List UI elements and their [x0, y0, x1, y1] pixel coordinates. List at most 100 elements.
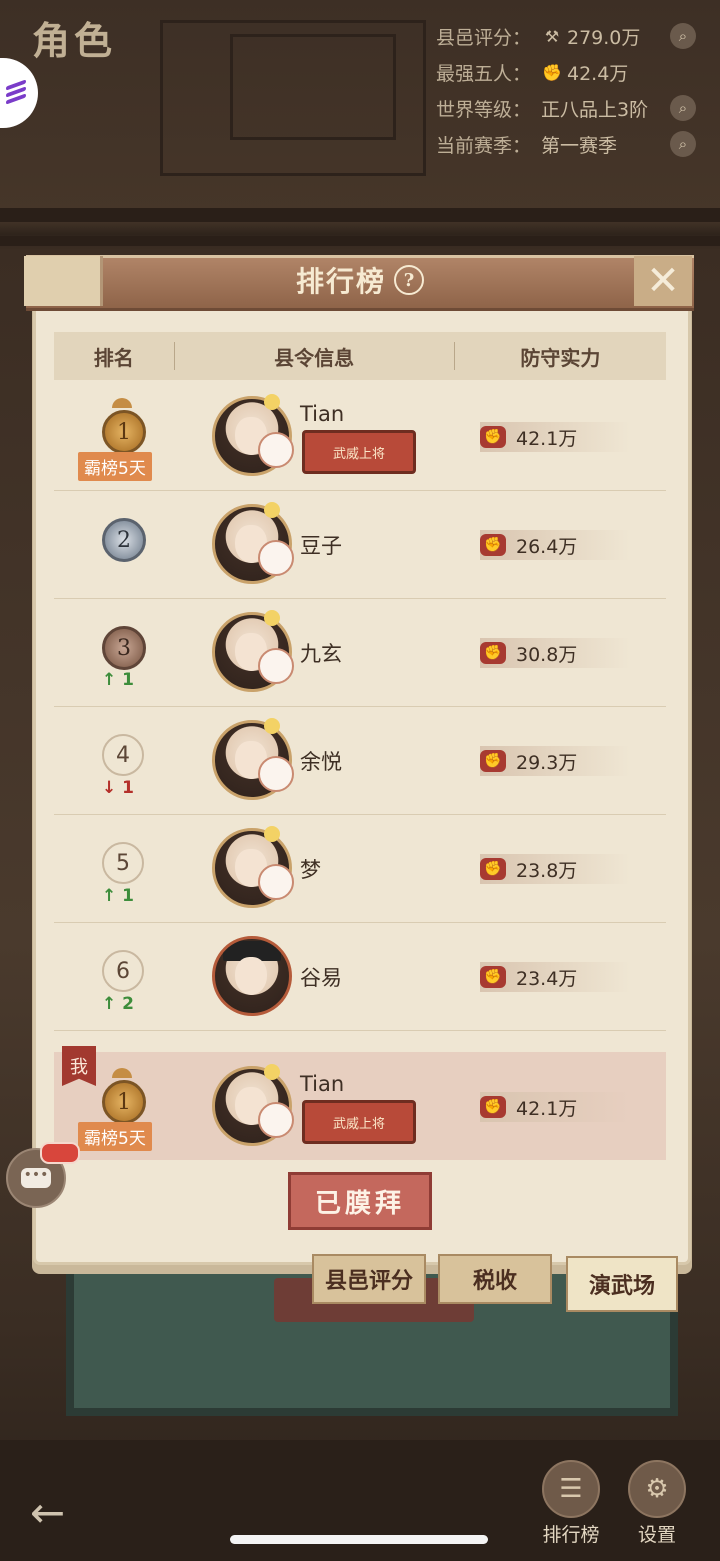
search-icon[interactable]: ⌕: [670, 131, 696, 157]
fist-icon: ✊: [480, 858, 506, 880]
fist-icon: ✊: [480, 966, 506, 988]
rank-medal: 6: [102, 950, 144, 992]
flower-icon: [264, 610, 280, 626]
pet-icon: [258, 648, 294, 684]
stat-season: 当前赛季： 第一赛季 ⌕: [436, 126, 696, 162]
stat-label: 县邑评分：: [436, 26, 532, 49]
window-frame: [230, 34, 396, 140]
rank-trend: ↑ 1: [102, 670, 134, 690]
rank-medal: 5: [102, 842, 144, 884]
beam: [0, 208, 720, 222]
table-row[interactable]: 4 ↓ 1 余悦 ✊ 29.3万: [54, 706, 666, 815]
streak-badge: 霸榜5天: [78, 452, 152, 481]
fist-icon: ✊: [480, 750, 506, 772]
back-button[interactable]: ←: [30, 1488, 65, 1537]
rank-medal: 4: [102, 734, 144, 776]
table-header: 排名 县令信息 防守实力: [54, 332, 666, 380]
stat-value: 第一赛季: [541, 134, 618, 157]
nav-label: 排行榜: [542, 1524, 600, 1546]
defense-power: ✊ 26.4万: [480, 530, 630, 560]
pet-icon: [258, 756, 294, 792]
flower-icon: [264, 502, 280, 518]
defense-power: ✊ 42.1万: [480, 422, 630, 452]
table-row[interactable]: 3 ↑ 1 九玄 ✊ 30.8万: [54, 598, 666, 707]
streak-badge: 霸榜5天: [78, 1122, 152, 1151]
pet-icon: [258, 1102, 294, 1138]
crown-icon: [112, 398, 132, 408]
defense-power: ✊ 29.3万: [480, 746, 630, 776]
gear-icon: ⚙: [628, 1460, 686, 1518]
player-name: Tian: [300, 402, 345, 426]
rank-medal: 1: [102, 1080, 146, 1124]
rank-trend: ↑ 1: [102, 886, 134, 906]
nav-settings[interactable]: ⚙ 设置: [622, 1460, 692, 1547]
table-row[interactable]: 5 ↑ 1 梦 ✊ 23.8万: [54, 814, 666, 923]
rank-medal: 2: [102, 518, 146, 562]
table-row[interactable]: 2 豆子 ✊ 26.4万: [54, 490, 666, 599]
defense-power: ✊ 42.1万: [480, 1092, 630, 1122]
crown-icon: [112, 1068, 132, 1078]
stat-label: 当前赛季：: [436, 134, 532, 157]
header-ornament: [24, 256, 103, 306]
power-value: 23.4万: [516, 967, 578, 990]
fist-icon: ✊: [542, 62, 562, 82]
player-name: Tian: [300, 1072, 345, 1096]
flower-icon: [264, 1064, 280, 1080]
page-title: 角色: [32, 18, 117, 63]
defense-power: ✊ 23.4万: [480, 962, 630, 992]
fist-icon: ✊: [480, 534, 506, 556]
hammer-icon: ⚒: [544, 26, 560, 46]
rank-medal: 1: [102, 410, 146, 454]
tab-tax[interactable]: 税收: [438, 1254, 552, 1304]
chat-bubble-icon: •••: [21, 1168, 51, 1188]
stat-value: 42.4万: [567, 62, 629, 85]
my-rank-row[interactable]: 1 霸榜5天 Tian 武威上将 ✊ 42.1万: [54, 1052, 666, 1160]
col-info: 县令信息: [274, 345, 355, 370]
panel-title: 排行榜 ?: [250, 254, 470, 306]
power-value: 42.1万: [516, 1097, 578, 1120]
fist-icon: ✊: [480, 426, 506, 448]
stats-panel: 县邑评分： ⚒ 279.0万 ⌕ 最强五人： ✊ 42.4万 世界等级： 正八品…: [436, 18, 696, 162]
pet-icon: [258, 864, 294, 900]
avatar[interactable]: [212, 936, 292, 1016]
title-badge: 武威上将: [302, 1100, 416, 1144]
flower-icon: [264, 826, 280, 842]
power-value: 29.3万: [516, 751, 578, 774]
tab-arena[interactable]: 演武场: [566, 1256, 678, 1312]
nav-label: 设置: [637, 1524, 676, 1546]
stat-value: 279.0万: [567, 26, 641, 49]
rank-medal: 3: [102, 626, 146, 670]
stat-county-score: 县邑评分： ⚒ 279.0万 ⌕: [436, 18, 696, 54]
help-icon[interactable]: ?: [394, 265, 424, 295]
worship-button[interactable]: 已膜拜: [288, 1172, 432, 1230]
tab-county-score[interactable]: 县邑评分: [312, 1254, 426, 1304]
rank-trend: ↑ 2: [102, 994, 134, 1014]
stat-label: 世界等级：: [436, 98, 532, 121]
table-row[interactable]: 6 ↑ 2 谷易 ✊ 23.4万: [54, 922, 666, 1031]
stat-world-level: 世界等级： 正八品上3阶 ⌕: [436, 90, 696, 126]
rank-trend: ↓ 1: [102, 778, 134, 798]
pet-icon: [258, 432, 294, 468]
search-icon[interactable]: ⌕: [670, 23, 696, 49]
beam: [0, 236, 720, 246]
close-button[interactable]: ✕: [634, 256, 692, 306]
pet-icon: [258, 540, 294, 576]
notification-dot: [40, 1142, 80, 1164]
stat-label: 最强五人：: [436, 62, 532, 85]
title-badge: 武威上将: [302, 430, 416, 474]
col-power: 防守实力: [520, 345, 601, 370]
player-name: 谷易: [300, 966, 342, 990]
table-row[interactable]: 1 霸榜5天 Tian 武威上将 ✊ 42.1万: [54, 382, 666, 491]
fist-icon: ✊: [480, 1096, 506, 1118]
player-name: 梦: [300, 858, 321, 882]
panel-title-text: 排行榜: [295, 265, 386, 298]
power-value: 30.8万: [516, 643, 578, 666]
leaderboard-icon: ☰: [542, 1460, 600, 1518]
flower-icon: [264, 718, 280, 734]
power-value: 26.4万: [516, 535, 578, 558]
chat-button[interactable]: •••: [6, 1142, 80, 1208]
home-indicator[interactable]: [230, 1535, 488, 1544]
player-name: 余悦: [300, 750, 342, 774]
nav-leaderboard[interactable]: ☰ 排行榜: [536, 1460, 606, 1547]
search-icon[interactable]: ⌕: [670, 95, 696, 121]
